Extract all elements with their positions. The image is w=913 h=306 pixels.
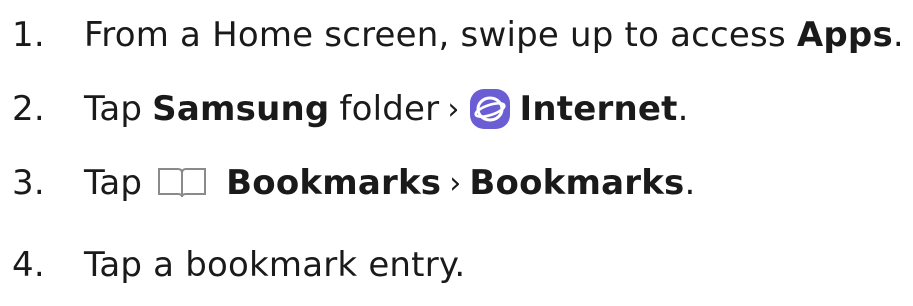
period: . [684,163,696,203]
chevron-separator: › [447,91,460,127]
instruction-steps: 1. From a Home screen, swipe up to acces… [0,0,913,306]
apps-label: Apps [796,15,893,55]
step-text: From a Home screen, swipe up to access A… [84,15,904,55]
bookmarks-label-2: Bookmarks [469,163,685,203]
step-text: Tap Samsung folder › Internet. [84,89,689,129]
step-text: Tap a bookmark entry. [84,245,465,285]
bookmarks-book-icon [156,166,208,200]
bookmarks-label: Bookmarks [226,163,442,203]
chevron-separator: › [449,165,462,201]
step-number: 3. [12,163,45,203]
step-text-part: From a Home screen, swipe up to access [84,15,797,55]
step-text: Tap Bookmarks › Bookmarks. [84,163,695,203]
period: . [892,15,904,55]
period: . [677,89,689,129]
step-2: 2. Tap Samsung folder › Internet. [0,79,913,139]
step-number: 2. [12,89,45,129]
step-number: 1. [12,15,45,55]
samsung-internet-icon [469,89,510,129]
tap-word: Tap [84,89,143,129]
tap-word: Tap [84,163,143,203]
step-1: 1. From a Home screen, swipe up to acces… [0,5,913,65]
step-number: 4. [12,245,45,285]
folder-word: folder [339,89,440,129]
samsung-label: Samsung [152,89,330,129]
step-text-part: Tap a bookmark entry. [84,245,466,285]
internet-label: Internet [519,89,678,129]
step-4: 4. Tap a bookmark entry. [0,235,913,295]
step-3: 3. Tap Bookmarks › Bookmarks. [0,153,913,213]
